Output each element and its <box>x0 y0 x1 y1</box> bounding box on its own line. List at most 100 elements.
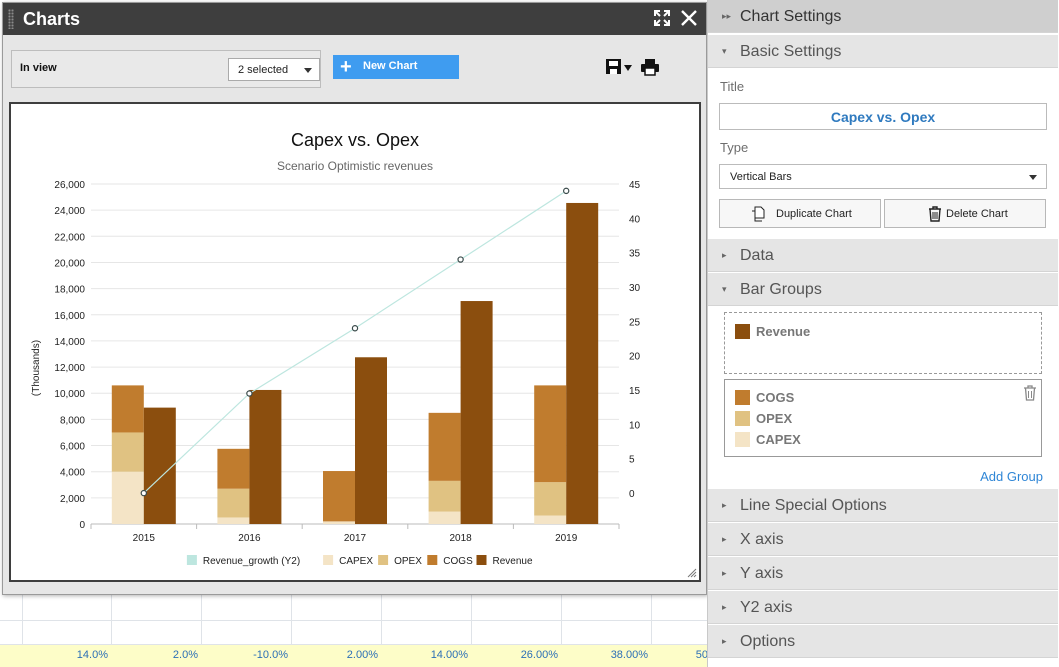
trash-icon <box>929 206 941 222</box>
bar-cogs <box>428 412 461 481</box>
duplicate-chart-button[interactable]: Duplicate Chart <box>719 199 881 228</box>
section-options[interactable]: ▸ Options <box>708 625 1058 658</box>
bar-revenue <box>460 301 493 524</box>
chevron-right-icon: ▸ <box>722 602 727 612</box>
row-divider <box>0 620 707 621</box>
section-title: Basic Settings <box>740 43 842 60</box>
y-tick-label: 20,000 <box>54 258 85 269</box>
line-point <box>140 489 147 497</box>
legend-label: Revenue_growth (Y2) <box>203 556 300 567</box>
line-point <box>457 256 464 263</box>
chart-selection-dropdown[interactable]: 2 selected <box>228 58 320 81</box>
y-tick-label: 2,000 <box>60 494 85 505</box>
spreadsheet-cell[interactable]: 26.00% <box>478 649 558 661</box>
chevron-down-icon: ▾ <box>722 284 727 294</box>
resize-handle-icon[interactable] <box>687 568 697 578</box>
close-icon[interactable] <box>679 8 701 30</box>
new-chart-button[interactable]: + New Chart <box>333 55 459 79</box>
bar-group-revenue[interactable]: Revenue <box>724 312 1042 374</box>
legend-swatch <box>186 555 197 565</box>
y2-tick-label: 25 <box>629 317 641 328</box>
charts-toolbar: In view 2 selected + New Chart <box>3 35 706 100</box>
y-tick-label: 26,000 <box>54 180 85 191</box>
delete-chart-label: Delete Chart <box>946 208 1008 220</box>
legend-swatch <box>476 555 487 565</box>
chart-title-input[interactable]: Capex vs. Opex <box>719 103 1047 130</box>
section-x-axis[interactable]: ▸ X axis <box>708 523 1058 556</box>
delete-chart-button[interactable]: Delete Chart <box>884 199 1046 228</box>
section-y-axis[interactable]: ▸ Y axis <box>708 557 1058 590</box>
y-tick-label: 0 <box>79 520 85 531</box>
spreadsheet-cell[interactable]: 2.00% <box>298 649 378 661</box>
capex-opex-chart: Capex vs. Opex Scenario Optimistic reven… <box>31 130 641 567</box>
section-title: Line Special Options <box>740 497 887 514</box>
add-group-link[interactable]: Add Group <box>980 469 1043 484</box>
y2-tick-label: 45 <box>629 180 641 191</box>
spreadsheet-cell[interactable]: 14.0% <box>28 649 108 661</box>
group-series-label: CAPEX <box>756 432 801 447</box>
y2-tick-label: 20 <box>629 352 641 363</box>
bar-capex <box>323 521 355 524</box>
expand-icon[interactable] <box>652 8 674 30</box>
new-chart-label: New Chart <box>363 60 418 72</box>
section-y2-axis[interactable]: ▸ Y2 axis <box>708 591 1058 624</box>
in-view-group: In view 2 selected <box>11 50 321 88</box>
y2-tick-label: 35 <box>629 249 641 260</box>
revenue-swatch <box>735 324 750 339</box>
spreadsheet-cell[interactable]: 2.0% <box>118 649 198 661</box>
legend-swatch <box>427 555 438 565</box>
bar-cogs <box>111 385 144 433</box>
section-bar-groups[interactable]: ▾ Bar Groups <box>708 273 1058 306</box>
opex-swatch <box>735 411 750 426</box>
print-icon[interactable] <box>640 57 660 77</box>
charts-dialog: Charts In view 2 selected + New Chart Ca… <box>2 2 707 595</box>
section-data[interactable]: ▸ Data <box>708 239 1058 272</box>
x-tick-label: 2018 <box>449 533 472 544</box>
chart-type-value: Vertical Bars <box>730 171 792 183</box>
spreadsheet-cell[interactable]: 50 <box>628 649 708 661</box>
section-title: Bar Groups <box>740 281 822 298</box>
spreadsheet-cell[interactable]: -10.0% <box>208 649 288 661</box>
chart-canvas: Capex vs. Opex Scenario Optimistic reven… <box>9 102 701 582</box>
chart-type-select[interactable]: Vertical Bars <box>719 164 1047 189</box>
bar-revenue <box>249 389 282 524</box>
y-tick-label: 18,000 <box>54 285 85 296</box>
section-basic-settings[interactable]: ▾ Basic Settings <box>708 35 1058 68</box>
y-tick-label: 10,000 <box>54 389 85 400</box>
chart-settings-header[interactable]: ▸▸ Chart Settings <box>708 0 1058 33</box>
capex-swatch <box>735 432 750 447</box>
x-tick-label: 2017 <box>344 533 367 544</box>
y-tick-label: 14,000 <box>54 337 85 348</box>
y-tick-label: 8,000 <box>60 415 85 426</box>
legend-swatch <box>378 555 389 565</box>
legend-label: OPEX <box>394 556 422 567</box>
duplicate-chart-label: Duplicate Chart <box>776 208 852 220</box>
bar-capex <box>428 511 461 524</box>
y2-tick-label: 15 <box>629 386 641 397</box>
plus-icon: + <box>340 56 352 78</box>
section-line-special-options[interactable]: ▸ Line Special Options <box>708 489 1058 522</box>
save-icon[interactable] <box>605 57 635 77</box>
group-series-label: COGS <box>756 390 795 405</box>
type-field-label: Type <box>720 140 749 155</box>
line-point <box>246 390 253 397</box>
chart-subtitle: Scenario Optimistic revenues <box>277 159 433 173</box>
bar-capex <box>217 517 250 524</box>
chevron-down-icon <box>1029 175 1037 180</box>
bar-opex <box>217 488 250 518</box>
section-title: Y2 axis <box>740 599 793 616</box>
spreadsheet-cell[interactable]: 14.00% <box>388 649 468 661</box>
x-tick-label: 2019 <box>555 533 578 544</box>
bar-capex <box>111 471 144 524</box>
legend-swatch <box>323 555 334 565</box>
section-title: Options <box>740 633 796 650</box>
y-tick-label: 6,000 <box>60 442 85 453</box>
duplicate-icon <box>752 206 765 222</box>
bar-group-costs[interactable]: COGS OPEX CAPEX <box>724 379 1042 457</box>
section-title: Data <box>740 247 774 264</box>
trash-icon[interactable] <box>1023 385 1037 401</box>
dialog-titlebar[interactable]: Charts <box>3 3 706 35</box>
drag-grip-icon[interactable] <box>8 9 14 29</box>
legend-label: CAPEX <box>339 556 373 567</box>
y-tick-label: 22,000 <box>54 232 85 243</box>
